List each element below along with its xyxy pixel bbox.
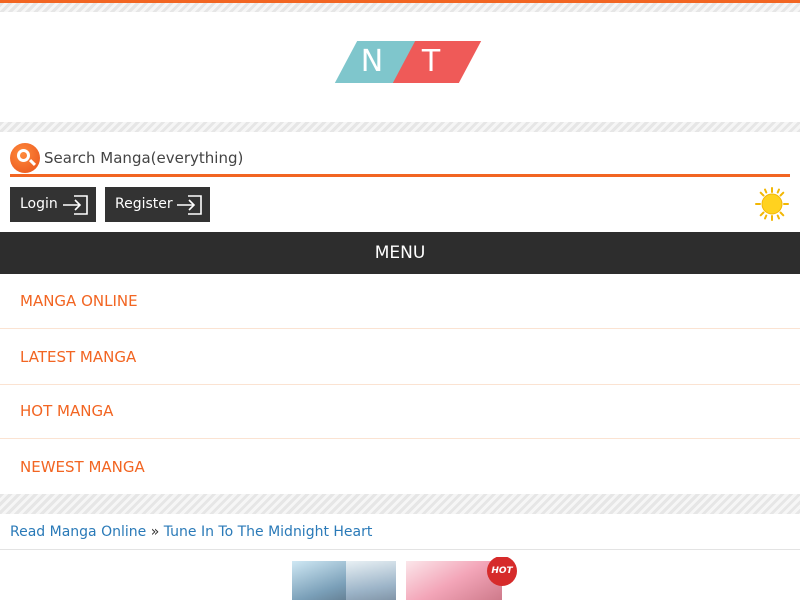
logo-letter-t: T [421,44,441,79]
sun-icon[interactable] [755,187,789,221]
breadcrumb-divider [0,549,800,550]
menu-header[interactable]: MENU [0,232,800,274]
cover-panel-middle [346,561,396,600]
login-button[interactable]: Login [10,187,96,222]
top-hatch-divider [0,3,800,12]
register-label: Register [115,196,173,212]
breadcrumb-home-link[interactable]: Read Manga Online [10,524,146,540]
menu-hatch-divider [0,494,800,514]
header-hatch-divider [0,122,800,132]
hot-badge: HOT [487,557,517,586]
search-bar [10,141,790,177]
menu-item-manga-online[interactable]: MANGA ONLINE [0,274,800,329]
breadcrumb-current-link[interactable]: Tune In To The Midnight Heart [164,524,373,540]
login-label: Login [20,196,58,212]
site-logo[interactable]: N T [334,41,482,83]
manga-cover-image[interactable]: HOT [288,557,518,600]
menu-item-latest-manga[interactable]: LATEST MANGA [0,330,800,385]
login-arrow-icon [63,195,88,215]
breadcrumb-separator: » [150,524,160,540]
register-arrow-icon [177,195,202,215]
menu-item-hot-manga[interactable]: HOT MANGA [0,384,800,439]
cover-panel-left [292,561,346,600]
breadcrumb: Read Manga Online » Tune In To The Midni… [10,514,372,550]
logo-letter-n: N [360,44,384,79]
search-input[interactable] [44,145,784,171]
search-icon[interactable] [10,143,40,173]
register-button[interactable]: Register [105,187,210,222]
menu-item-newest-manga[interactable]: NEWEST MANGA [0,440,800,495]
